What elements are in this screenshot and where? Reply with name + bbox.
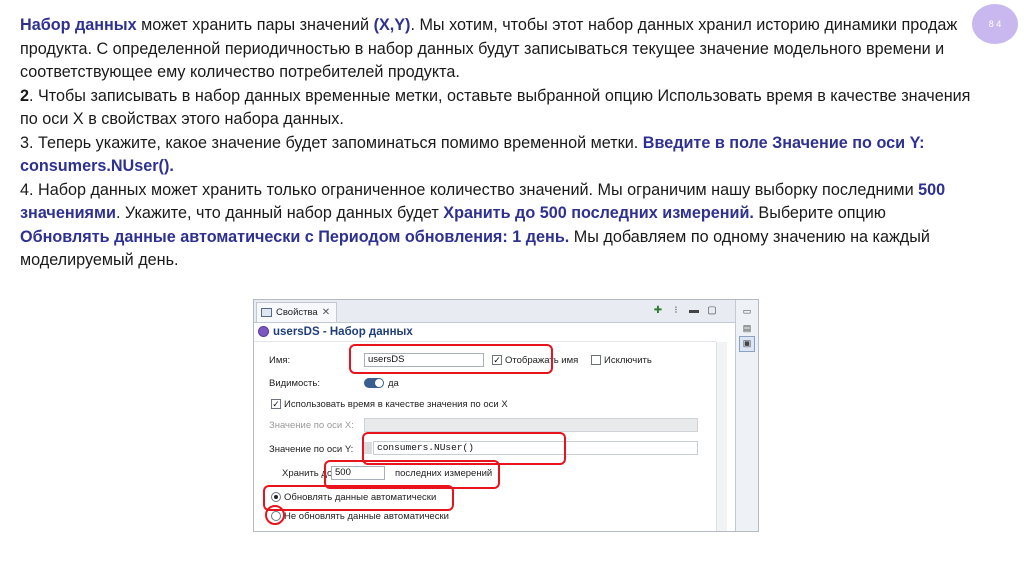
tab-properties-label: Свойства <box>276 307 318 318</box>
properties-panel: Свойства ✕ ✚ ⁝ ▬ ▢ ▭ ▤ ▣ usersDS - Набор… <box>253 299 759 532</box>
text-segment: . Укажите, что данный набор данных будет <box>115 204 444 222</box>
vertical-scrollbar[interactable] <box>716 342 727 531</box>
text-segment: Выберите опцию <box>753 204 886 222</box>
exclude-checkbox[interactable] <box>591 355 601 365</box>
text-segment: 2 <box>20 86 30 105</box>
paragraph: Набор данных может хранить пары значений… <box>20 14 980 85</box>
visibility-toggle[interactable] <box>364 378 384 388</box>
exclude-label: Исключить <box>604 355 652 366</box>
paragraph: 2. Чтобы записывать в набор данных време… <box>20 85 980 132</box>
visibility-value: да <box>388 378 399 389</box>
tab-properties[interactable]: Свойства ✕ <box>256 302 338 322</box>
use-time-checkbox[interactable]: ✓ <box>271 399 281 409</box>
dataset-icon <box>258 326 269 337</box>
palette-icon[interactable]: ▤ <box>741 322 753 334</box>
text-segment: 3. Теперь укажите, какое значение будет … <box>20 133 643 152</box>
highlight-name-field <box>349 344 553 374</box>
slide-body-text: Набор данных может хранить пары значений… <box>20 14 980 273</box>
highlighted-text: Хранить до 500 последних измерений. <box>443 204 754 222</box>
paragraph: 3. Теперь укажите, какое значение будет … <box>20 132 980 179</box>
restore-icon[interactable]: ▭ <box>741 305 753 317</box>
panel-title: usersDS - Набор данных <box>273 325 413 338</box>
text-segment: . Чтобы записывать в набор данных времен… <box>20 86 971 129</box>
panel-title-row: usersDS - Набор данных <box>254 322 716 342</box>
text-segment: может хранить пары значений <box>136 16 374 34</box>
more-icon[interactable]: ⁝ <box>670 305 682 317</box>
no-auto-update-label: Не обновлять данные автоматически <box>284 511 449 522</box>
minimize-icon[interactable]: ▬ <box>688 305 700 317</box>
y-value-label: Значение по оси Y: <box>269 444 354 455</box>
properties-tab-icon <box>261 308 272 317</box>
paragraph: 4. Набор данных может хранить только огр… <box>20 179 980 273</box>
highlighted-text: (X,Y) <box>373 16 411 34</box>
side-toolbar: ▭ ▤ ▣ <box>735 300 758 531</box>
properties-tabbar: Свойства ✕ ✚ ⁝ ▬ ▢ <box>254 300 758 323</box>
use-time-label: Использовать время в качестве значения п… <box>284 399 508 410</box>
name-label: Имя: <box>269 355 291 366</box>
x-value-label: Значение по оси X: <box>269 420 354 431</box>
properties-view-icon[interactable]: ▣ <box>739 336 755 352</box>
maximize-icon[interactable]: ▢ <box>706 305 718 317</box>
close-icon[interactable]: ✕ <box>322 307 330 318</box>
highlight-no-auto-radio <box>265 505 285 525</box>
x-value-field <box>364 418 698 432</box>
highlighted-text: Набор данных <box>20 16 137 34</box>
highlight-auto-update <box>263 485 454 511</box>
text-segment: 4. Набор данных может хранить только огр… <box>20 180 919 199</box>
highlighted-text: Обновлять данные автоматически с Периодо… <box>20 227 570 246</box>
new-window-icon[interactable]: ✚ <box>652 305 664 317</box>
visibility-label: Видимость: <box>269 378 320 389</box>
